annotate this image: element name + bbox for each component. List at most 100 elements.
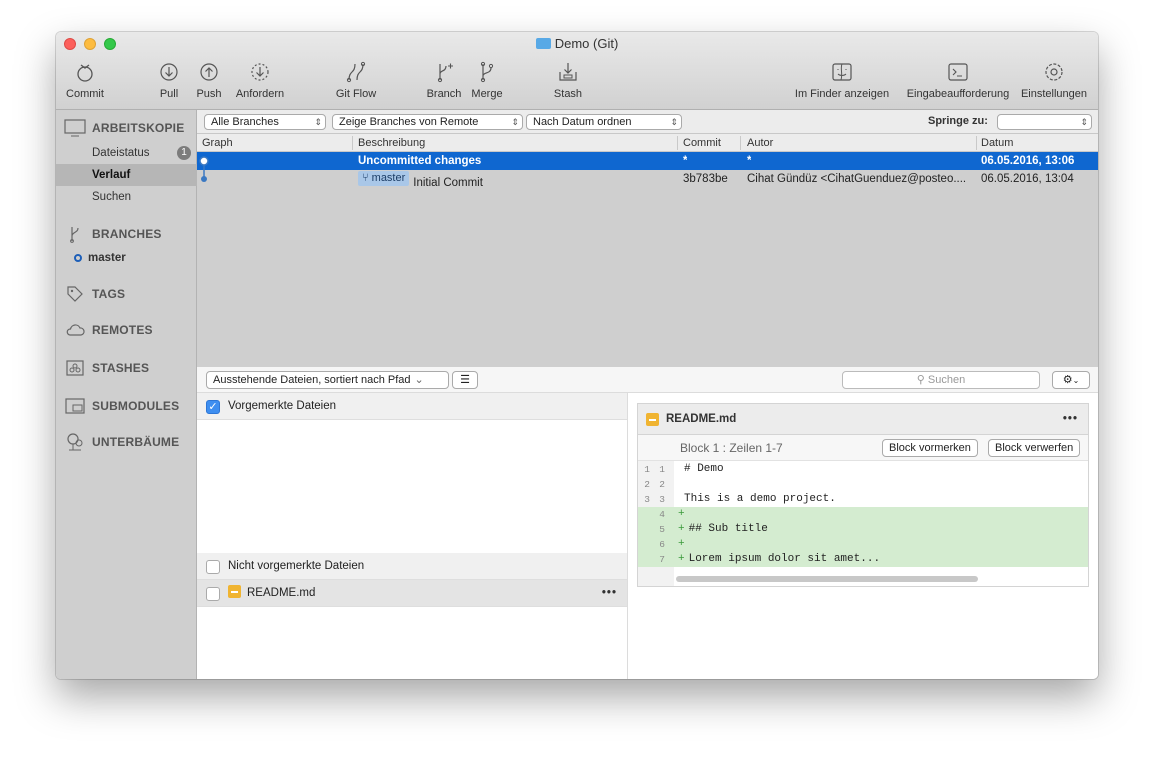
tag-icon — [64, 285, 86, 303]
branch-filter-select[interactable]: Alle Branches — [204, 114, 326, 130]
diff-line: 4 + — [638, 507, 1088, 522]
merge-button[interactable]: Merge — [466, 60, 508, 106]
push-button[interactable]: Push — [194, 60, 224, 106]
column-header-date[interactable]: Datum — [981, 137, 1013, 149]
staged-files-checkbox[interactable]: ✓ — [206, 400, 220, 414]
order-select[interactable]: Nach Datum ordnen — [526, 114, 682, 130]
stage-hunk-button[interactable]: Block vormerken — [882, 439, 978, 457]
diff-line-content: This is a demo project. — [684, 493, 836, 505]
search-icon: ⚲ — [916, 374, 925, 386]
list-item[interactable]: README.md ••• — [197, 580, 627, 607]
unstaged-files-header[interactable]: Nicht vorgemerkte Dateien — [197, 553, 627, 580]
monitor-icon — [64, 119, 86, 137]
more-options-button[interactable]: ••• — [602, 580, 617, 607]
gear-icon: ⚙ — [1062, 374, 1073, 386]
diff-line: 5 + ## Sub title — [638, 522, 1088, 537]
sidebar-section-label: STASHES — [92, 361, 150, 375]
sidebar-section-label: TAGS — [92, 287, 126, 301]
file-name: README.md — [247, 587, 316, 599]
commit-button[interactable]: Commit — [62, 60, 108, 106]
history-table-header: Graph Beschreibung Commit Autor Datum — [197, 134, 1098, 152]
horizontal-scrollbar[interactable] — [676, 576, 978, 582]
added-marker: + — [678, 553, 685, 565]
stash-icon — [64, 359, 86, 377]
commit-author: Cihat Gündüz <CihatGuenduez@posteo.... — [747, 173, 967, 185]
sidebar-item-search[interactable]: Suchen — [56, 186, 197, 208]
new-line-number: 1 — [659, 464, 665, 475]
stash-icon — [559, 63, 577, 81]
new-line-number: 3 — [659, 494, 665, 505]
push-icon — [200, 63, 218, 81]
show-in-finder-button[interactable]: Im Finder anzeigen — [788, 60, 896, 106]
branch-label-master: ⑂ master — [358, 171, 410, 186]
files-toolbar: Ausstehende Dateien, sortiert nach Pfad ⌄… — [197, 367, 1098, 393]
sidebar-section-stashes[interactable]: STASHES — [64, 358, 149, 378]
current-branch-icon — [74, 254, 82, 262]
sidebar-section-label: UNTERBÄUME — [92, 435, 180, 449]
diff-line-content: + ## Sub title — [678, 523, 768, 535]
chevron-down-icon: ⌄ — [1072, 376, 1080, 385]
hunk-header: Block 1 : Zeilen 1-7 Block vormerken Blo… — [638, 435, 1088, 461]
terminal-icon — [948, 63, 968, 81]
stash-button[interactable]: Stash — [544, 60, 592, 106]
sidebar-item-label: Suchen — [92, 191, 132, 203]
file-checkbox[interactable] — [206, 587, 220, 601]
settings-button[interactable]: Einstellungen — [1018, 60, 1090, 106]
settings-menu-button[interactable]: ⚙⌄ — [1052, 371, 1090, 389]
pull-button[interactable]: Pull — [154, 60, 184, 106]
sidebar-section-workspace[interactable]: ARBEITSKOPIE — [64, 118, 184, 138]
added-marker: + — [678, 508, 685, 520]
sidebar-section-tags[interactable]: TAGS — [64, 284, 125, 304]
modified-file-icon — [646, 413, 659, 426]
sidebar-item-file-status[interactable]: Dateistatus 1 — [56, 142, 197, 164]
staging-pane: ✓ Vorgemerkte Dateien Nicht vorgemerkte … — [197, 393, 628, 679]
discard-hunk-button[interactable]: Block verwerfen — [988, 439, 1081, 457]
sidebar-section-label: REMOTES — [92, 323, 153, 337]
sidebar-item-history[interactable]: Verlauf — [56, 164, 197, 186]
sidebar-item-label: master — [88, 252, 126, 264]
new-line-number: 6 — [659, 539, 665, 550]
old-line-number: 2 — [644, 479, 650, 490]
history-filter-bar: Alle Branches Zeige Branches von Remote … — [197, 110, 1098, 134]
terminal-button[interactable]: Eingabeaufforderung — [900, 60, 1016, 106]
sidebar-section-branches[interactable]: BRANCHES — [64, 224, 162, 244]
list-view-button[interactable]: ☰ — [452, 371, 478, 389]
commit-date: 06.05.2016, 13:04 — [981, 173, 1074, 185]
gitflow-button[interactable]: Git Flow — [328, 60, 384, 106]
graph-node-initial — [201, 176, 207, 182]
new-line-number: 5 — [659, 524, 665, 535]
fetch-button[interactable]: Anfordern — [230, 60, 290, 106]
column-header-graph[interactable]: Graph — [202, 137, 233, 149]
pull-icon — [160, 63, 178, 81]
staged-files-header[interactable]: ✓ Vorgemerkte Dateien — [197, 393, 627, 420]
sidebar-item-branch-master[interactable]: master — [56, 247, 197, 269]
diff-line: 22 — [638, 477, 1088, 492]
table-row[interactable]: Uncommitted changes * * 06.05.2016, 13:0… — [197, 152, 1098, 170]
remote-filter-select[interactable]: Zeige Branches von Remote — [332, 114, 523, 130]
graph-node-uncommitted — [199, 156, 209, 166]
pending-files-select[interactable]: Ausstehende Dateien, sortiert nach Pfad ⌄ — [206, 371, 449, 389]
jump-to-select[interactable] — [997, 114, 1092, 130]
sidebar-section-submodules[interactable]: SUBMODULES — [64, 396, 179, 416]
sidebar-section-remotes[interactable]: REMOTES — [64, 320, 153, 340]
search-input[interactable]: ⚲ Suchen — [842, 371, 1040, 389]
sidebar-item-label: Verlauf — [92, 169, 131, 181]
column-header-description[interactable]: Beschreibung — [358, 137, 425, 149]
sidebar-section-subtrees[interactable]: UNTERBÄUME — [64, 432, 179, 452]
diff-line-content: # Demo — [684, 463, 724, 475]
branch-button[interactable]: Branch — [422, 60, 466, 106]
commit-author: * — [747, 155, 752, 167]
branch-icon — [437, 63, 453, 83]
column-header-commit[interactable]: Commit — [683, 137, 721, 149]
commit-icon — [77, 64, 93, 82]
sidebar-item-label: Dateistatus — [92, 147, 150, 159]
folder-icon — [535, 38, 551, 49]
new-line-number: 2 — [659, 479, 665, 490]
new-line-number: 7 — [659, 554, 665, 565]
unstaged-files-checkbox[interactable] — [206, 560, 220, 574]
submodule-icon — [64, 397, 86, 415]
table-row[interactable]: ⑂ master Initial Commit 3b783be Cihat Gün… — [197, 170, 1098, 189]
branch-icon — [64, 225, 86, 243]
diff-more-button[interactable]: ••• — [1063, 404, 1078, 435]
column-header-author[interactable]: Autor — [747, 137, 773, 149]
